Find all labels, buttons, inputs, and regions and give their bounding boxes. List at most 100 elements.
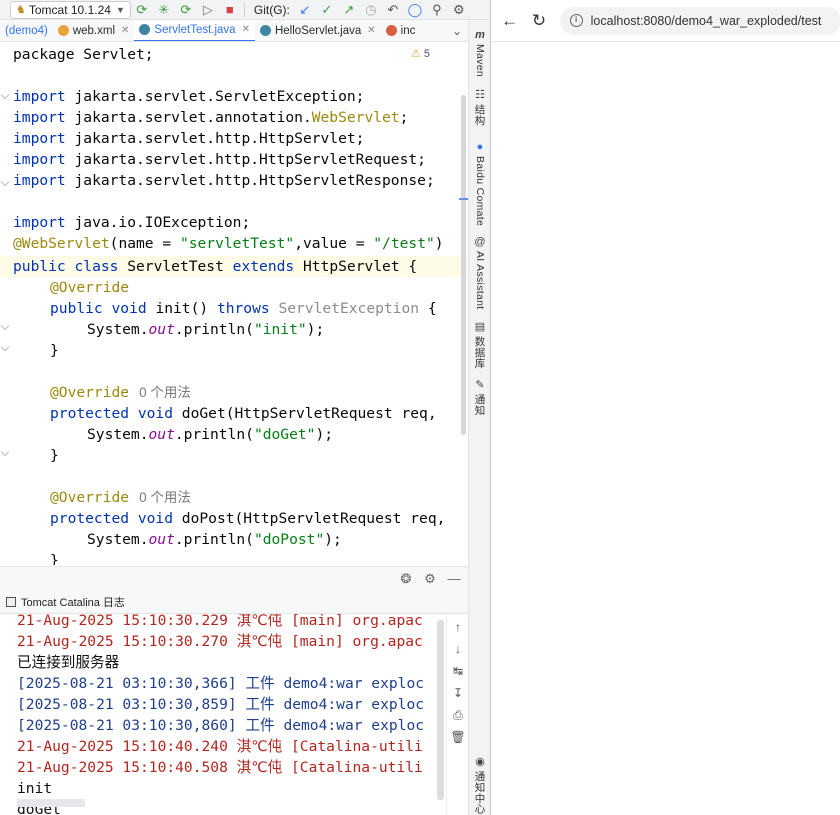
code-line: protected void doGet(HttpServletRequest … <box>50 403 437 424</box>
chevron-down-icon[interactable]: ⌄ <box>446 24 468 38</box>
scroll-to-end-icon[interactable]: ↧ <box>447 686 469 700</box>
tool-database[interactable]: ▤ 数据库 <box>469 320 490 368</box>
gear-icon[interactable]: ⚙ <box>448 1 470 19</box>
code-keyword: import <box>13 109 66 126</box>
structure-icon: ☷ <box>475 89 485 101</box>
trash-icon[interactable]: 🗑 <box>447 730 469 744</box>
history-icon[interactable]: ◷ <box>360 1 382 19</box>
code-text: (name = <box>109 235 180 252</box>
console-text: [Catalina-utili <box>282 759 423 776</box>
stop-icon[interactable]: ■ <box>219 1 241 19</box>
tool-ai-assistant[interactable]: @ AI Assistant <box>469 235 490 309</box>
console-text: demo4:war exploc <box>274 675 425 692</box>
inspection-widget[interactable]: ⚠ 5 <box>411 47 430 60</box>
rollback-icon[interactable]: ↶ <box>382 1 404 19</box>
soft-wrap-icon[interactable]: ↹ <box>447 664 469 678</box>
close-icon[interactable]: ✕ <box>367 25 375 36</box>
main-toolbar: ♞ Tomcat 10.1.24 ▼ ⟳ ✳ ⟳ ▷ ■ Git(G): ↙ ✓… <box>0 0 490 20</box>
profile-icon[interactable]: ▷ <box>197 1 219 19</box>
comate-toolbar-icon[interactable]: ◯ <box>404 1 426 19</box>
fold-marker-icon[interactable] <box>0 321 10 331</box>
rerun-icon[interactable]: ⟳ <box>131 1 153 19</box>
code-text: ,value = <box>294 235 374 252</box>
reload-icon[interactable]: ↻ <box>528 11 549 31</box>
tool-notification-center[interactable]: ◉ 通知中心 <box>469 755 490 814</box>
code-text: .println( <box>174 321 254 338</box>
usage-hint[interactable]: 0 个用法 <box>139 385 191 400</box>
console-line: 21-Aug-2025 15:10:40.508 淇℃伅 [Catalina-u… <box>17 757 423 778</box>
fold-marker-icon[interactable] <box>0 342 10 352</box>
run-panel-tab[interactable]: Tomcat Catalina 日志 <box>0 590 468 614</box>
code-text: ); <box>315 426 334 443</box>
code-keyword: import <box>13 151 66 168</box>
run-configuration-selector[interactable]: ♞ Tomcat 10.1.24 ▼ <box>10 0 131 19</box>
coverage-icon[interactable]: ⟳ <box>175 1 197 19</box>
minimize-icon[interactable]: — <box>446 571 462 586</box>
info-icon[interactable]: i <box>569 14 583 27</box>
arrow-down-icon[interactable]: ↓ <box>447 642 469 656</box>
console-text: init <box>17 780 53 797</box>
tool-label: AI Assistant <box>474 251 486 310</box>
arrow-up-icon[interactable]: ↑ <box>447 620 469 634</box>
tool-baidu-comate[interactable]: ● Baidu Comate <box>469 140 490 226</box>
console-text: [2025-08-21 03:10:30,859] <box>17 696 246 713</box>
search-icon[interactable]: ⚲ <box>426 1 448 19</box>
address-bar[interactable]: i localhost:8080/demo4_war_exploded/test <box>559 6 840 35</box>
editor-scrollbar[interactable] <box>461 95 466 435</box>
tool-label: 数据库 <box>473 336 486 369</box>
code-string: "doGet" <box>253 426 316 443</box>
debug-icon[interactable]: ✳ <box>153 1 175 19</box>
code-keyword: import <box>13 214 66 231</box>
tab-label: (demo4) <box>5 24 48 37</box>
console-text: [main] org.apac <box>282 633 423 650</box>
console-text: 淇℃伅 <box>236 759 283 776</box>
git-commit-icon[interactable]: ✓ <box>316 1 338 19</box>
code-line: import jakarta.servlet.http.HttpServletR… <box>13 170 435 191</box>
browser-toolbar: ← ↻ i localhost:8080/demo4_war_exploded/… <box>491 0 840 42</box>
console-scrollbar[interactable] <box>437 620 444 800</box>
console-text: 淇℃伅 <box>236 614 283 629</box>
git-push-icon[interactable]: ↗ <box>338 1 360 19</box>
git-update-icon[interactable]: ↙ <box>294 1 316 19</box>
code-text: .println( <box>174 426 254 443</box>
code-text: { <box>419 300 437 317</box>
console-output[interactable]: 21-Aug-2025 15:10:30.229 淇℃伅 [main] org.… <box>0 614 446 815</box>
console-text: demo4:war exploc <box>274 696 425 713</box>
console-horizontal-scrollbar[interactable] <box>17 799 85 807</box>
code-text: ) <box>434 235 444 252</box>
tool-structure[interactable]: ☷ 结构 <box>469 88 490 126</box>
code-keyword: import <box>13 88 66 105</box>
database-icon: ▤ <box>474 321 486 333</box>
tool-notifications[interactable]: ✎ 通知 <box>469 378 490 416</box>
code-string: "init" <box>253 321 307 338</box>
tab-web-xml[interactable]: web.xml ✕ <box>53 20 135 41</box>
code-keyword: public void <box>50 300 147 317</box>
code-text: ; <box>399 109 409 126</box>
back-arrow-icon[interactable]: ← <box>499 11 520 31</box>
tab-servlettest-java[interactable]: ServletTest.java ✕ <box>134 20 255 41</box>
tool-maven[interactable]: m Maven <box>469 28 490 77</box>
code-text: jakarta.servlet.http.HttpServletResponse… <box>65 172 435 189</box>
tab-jsp[interactable]: inc <box>381 20 421 41</box>
tab-helloservlet-java[interactable]: HelloServlet.java ✕ <box>255 20 381 41</box>
globe-icon[interactable]: ❂ <box>398 571 414 587</box>
close-icon[interactable]: ✕ <box>121 25 129 36</box>
fold-marker-icon[interactable] <box>0 177 10 187</box>
print-icon[interactable]: ⎙ <box>447 708 469 723</box>
code-keyword: protected void <box>50 405 174 422</box>
tab-module[interactable]: (demo4) <box>0 20 53 41</box>
gear-icon[interactable]: ⚙ <box>422 571 438 587</box>
editor-tab-bar: (demo4) web.xml ✕ ServletTest.java ✕ Hel… <box>0 20 468 42</box>
code-editor[interactable]: ⚠ 5 package Servlet; import jakarta.serv… <box>0 43 468 565</box>
code-text: doGet(HttpServletRequest req, <box>173 405 437 422</box>
usage-hint[interactable]: 0 个用法 <box>139 490 191 505</box>
code-keyword: throws <box>216 300 270 317</box>
run-panel-header: ❂ ⚙ — <box>0 566 468 590</box>
fold-marker-icon[interactable] <box>0 447 10 457</box>
close-icon[interactable]: ✕ <box>242 24 250 35</box>
code-text: ServletTest <box>118 258 233 275</box>
tool-label: 通知 <box>473 394 486 416</box>
code-text: } <box>50 342 59 359</box>
fold-marker-icon[interactable] <box>0 90 10 100</box>
code-annotation: @Override <box>50 489 130 506</box>
